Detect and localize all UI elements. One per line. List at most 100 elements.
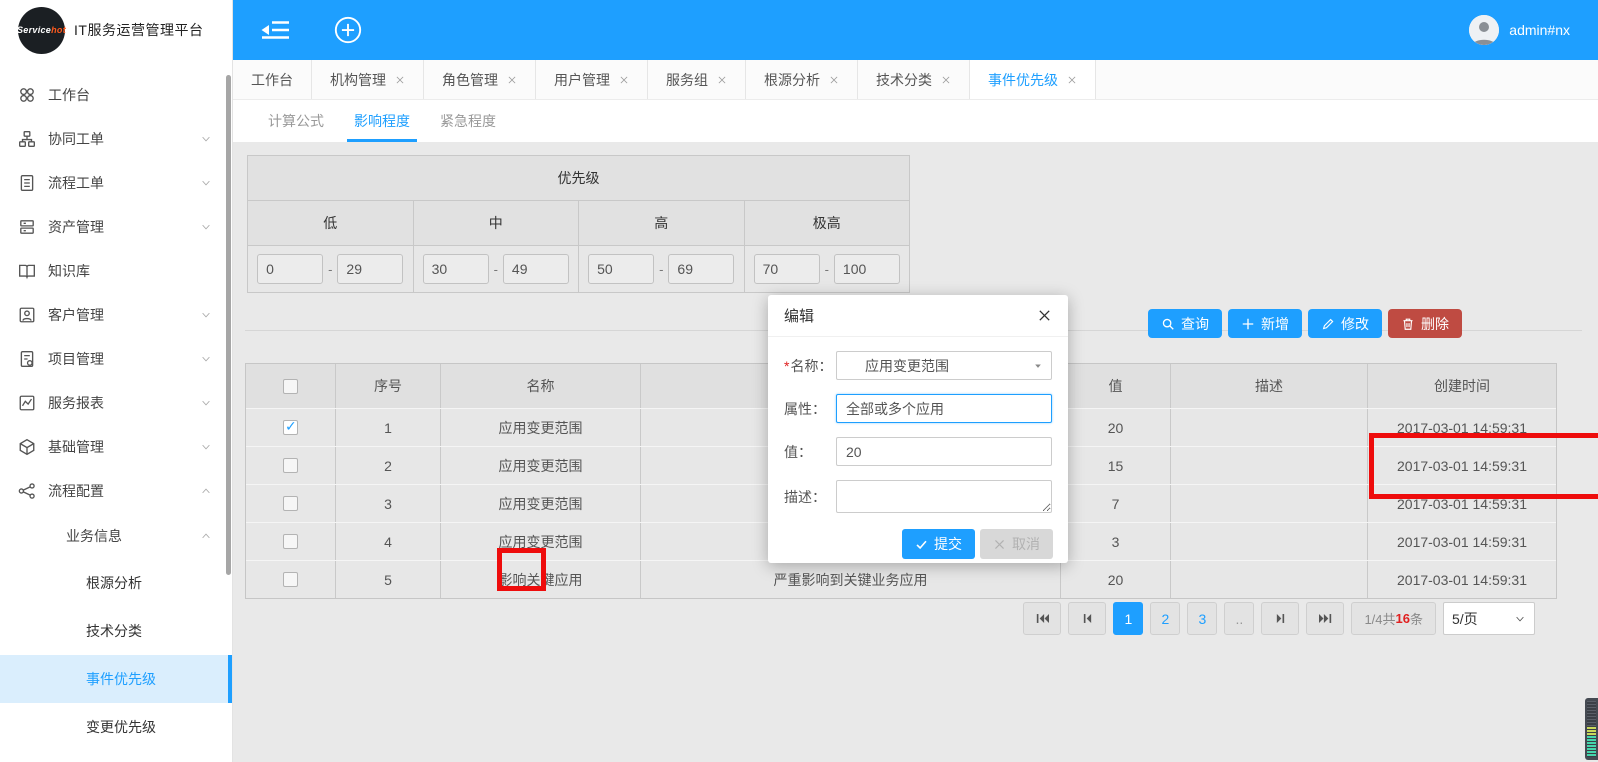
subtab[interactable]: 影响程度 xyxy=(339,100,425,142)
sidebar-item[interactable]: 协同工单 xyxy=(0,117,232,161)
range-min-input[interactable]: 30 xyxy=(423,254,489,284)
range-max-input[interactable]: 29 xyxy=(337,254,403,284)
tab[interactable]: 根源分析 xyxy=(746,60,858,99)
page-number-button[interactable]: 2 xyxy=(1150,602,1180,635)
range-max-input[interactable]: 100 xyxy=(834,254,900,284)
tab-close-icon[interactable] xyxy=(829,75,839,85)
edit-dialog: 编辑 *名称： 应用变更范围 属性： 值： 描述： 提交 取消 xyxy=(768,295,1068,563)
chevron-up-icon xyxy=(200,485,212,497)
cell-seq: 3 xyxy=(336,485,441,522)
sidebar-item[interactable]: 根源分析 xyxy=(0,559,232,607)
toolbar-button[interactable]: 新增 xyxy=(1228,309,1302,338)
sidebar-item-label: 流程工单 xyxy=(48,173,104,193)
tab-close-icon[interactable] xyxy=(1067,75,1077,85)
tab[interactable]: 工作台 xyxy=(233,60,312,99)
tab-close-icon[interactable] xyxy=(395,75,405,85)
row-checkbox[interactable] xyxy=(283,496,298,511)
username[interactable]: admin#nx xyxy=(1509,22,1570,38)
range-max-input[interactable]: 69 xyxy=(668,254,734,284)
page-number-button[interactable]: 3 xyxy=(1187,602,1217,635)
cell-desc xyxy=(1171,561,1368,598)
tab[interactable]: 角色管理 xyxy=(424,60,536,99)
cancel-button[interactable]: 取消 xyxy=(980,529,1053,559)
sidebar-item-label: 项目管理 xyxy=(48,349,104,369)
page-first-button[interactable] xyxy=(1023,602,1061,635)
sidebar-item[interactable]: 知识库 xyxy=(0,249,232,293)
chevron-down-icon xyxy=(200,221,212,233)
user-avatar[interactable] xyxy=(1469,15,1499,45)
table-row[interactable]: 5 影响关键应用 严重影响到关键业务应用 20 2017-03-01 14:59… xyxy=(246,560,1556,598)
tab-label: 机构管理 xyxy=(330,70,386,90)
name-select[interactable]: 应用变更范围 xyxy=(836,351,1052,380)
attr-field-label: 属性： xyxy=(784,399,836,419)
sidebar-item[interactable]: 业务信息 xyxy=(0,513,232,559)
tab-close-icon[interactable] xyxy=(717,75,727,85)
sidebar-scrollbar[interactable] xyxy=(226,75,231,575)
row-checkbox[interactable] xyxy=(283,458,298,473)
sidebar-item[interactable]: 变更优先级 xyxy=(0,703,232,751)
sidebar-item[interactable]: 流程工单 xyxy=(0,161,232,205)
sidebar-item[interactable]: 资产管理 xyxy=(0,205,232,249)
sidebar-item-label: 客户管理 xyxy=(48,305,104,325)
page-next-button[interactable] xyxy=(1261,602,1299,635)
tab[interactable]: 技术分类 xyxy=(858,60,970,99)
sidebar-item[interactable]: 项目管理 xyxy=(0,337,232,381)
tab-close-icon[interactable] xyxy=(941,75,951,85)
tab[interactable]: 事件优先级 xyxy=(970,60,1096,99)
tab-close-icon[interactable] xyxy=(619,75,629,85)
subtab[interactable]: 计算公式 xyxy=(253,100,339,142)
range-min-input[interactable]: 50 xyxy=(588,254,654,284)
range-min-input[interactable]: 70 xyxy=(754,254,820,284)
sidebar-item[interactable]: 客户管理 xyxy=(0,293,232,337)
page-size-select[interactable]: 5/页 xyxy=(1443,602,1535,635)
cell-seq: 1 xyxy=(336,409,441,446)
row-checkbox[interactable] xyxy=(283,572,298,587)
cell-desc xyxy=(1171,409,1368,446)
required-mark: * xyxy=(784,358,789,374)
priority-header-row: 低 中 高 极高 xyxy=(248,201,909,246)
grid-icon xyxy=(18,86,36,104)
subtab[interactable]: 紧急程度 xyxy=(425,100,511,142)
page-prev-button[interactable] xyxy=(1068,602,1106,635)
tab[interactable]: 机构管理 xyxy=(312,60,424,99)
desc-textarea[interactable] xyxy=(836,480,1052,513)
value-input[interactable] xyxy=(836,437,1052,466)
row-checkbox[interactable] xyxy=(283,420,298,435)
sidebar-item[interactable]: 服务报表 xyxy=(0,381,232,425)
tab-close-icon[interactable] xyxy=(507,75,517,85)
chevron-down-icon xyxy=(200,353,212,365)
cube-icon xyxy=(18,438,36,456)
sidebar-item[interactable]: 事件优先级 xyxy=(0,655,232,703)
range-max-input[interactable]: 49 xyxy=(503,254,569,284)
select-all-checkbox[interactable] xyxy=(283,379,298,394)
collapse-sidebar-icon[interactable] xyxy=(259,16,291,44)
submit-button[interactable]: 提交 xyxy=(902,529,975,559)
page-size-value: 5/页 xyxy=(1452,609,1478,629)
tab[interactable]: 用户管理 xyxy=(536,60,648,99)
sidebar-item[interactable]: 流程配置 xyxy=(0,469,232,513)
tab-label: 角色管理 xyxy=(442,70,498,90)
add-new-icon[interactable] xyxy=(333,15,363,45)
page-last-button[interactable] xyxy=(1306,602,1344,635)
corner-widget[interactable] xyxy=(1585,698,1598,760)
cell-name: 应用变更范围 xyxy=(441,409,641,446)
toolbar-button[interactable]: 修改 xyxy=(1308,309,1382,338)
chevron-down-icon xyxy=(200,177,212,189)
dialog-close-icon[interactable] xyxy=(1037,308,1052,323)
page-number-button[interactable]: 1 xyxy=(1113,602,1143,635)
close-icon xyxy=(993,538,1006,551)
chevron-down-icon xyxy=(1514,613,1526,625)
sidebar-item[interactable]: 工作台 xyxy=(0,73,232,117)
sidebar-item[interactable]: 技术分类 xyxy=(0,607,232,655)
attr-input[interactable] xyxy=(836,394,1052,423)
toolbar-button[interactable]: 删除 xyxy=(1388,309,1462,338)
row-checkbox[interactable] xyxy=(283,534,298,549)
sidebar-item-label: 知识库 xyxy=(48,261,90,281)
report-icon xyxy=(18,394,36,412)
cell-value: 20 xyxy=(1061,561,1171,598)
page-number-button[interactable]: .. xyxy=(1224,602,1254,635)
toolbar-button[interactable]: 查询 xyxy=(1148,309,1222,338)
sidebar-item[interactable]: 基础管理 xyxy=(0,425,232,469)
tab[interactable]: 服务组 xyxy=(648,60,746,99)
range-min-input[interactable]: 0 xyxy=(257,254,323,284)
